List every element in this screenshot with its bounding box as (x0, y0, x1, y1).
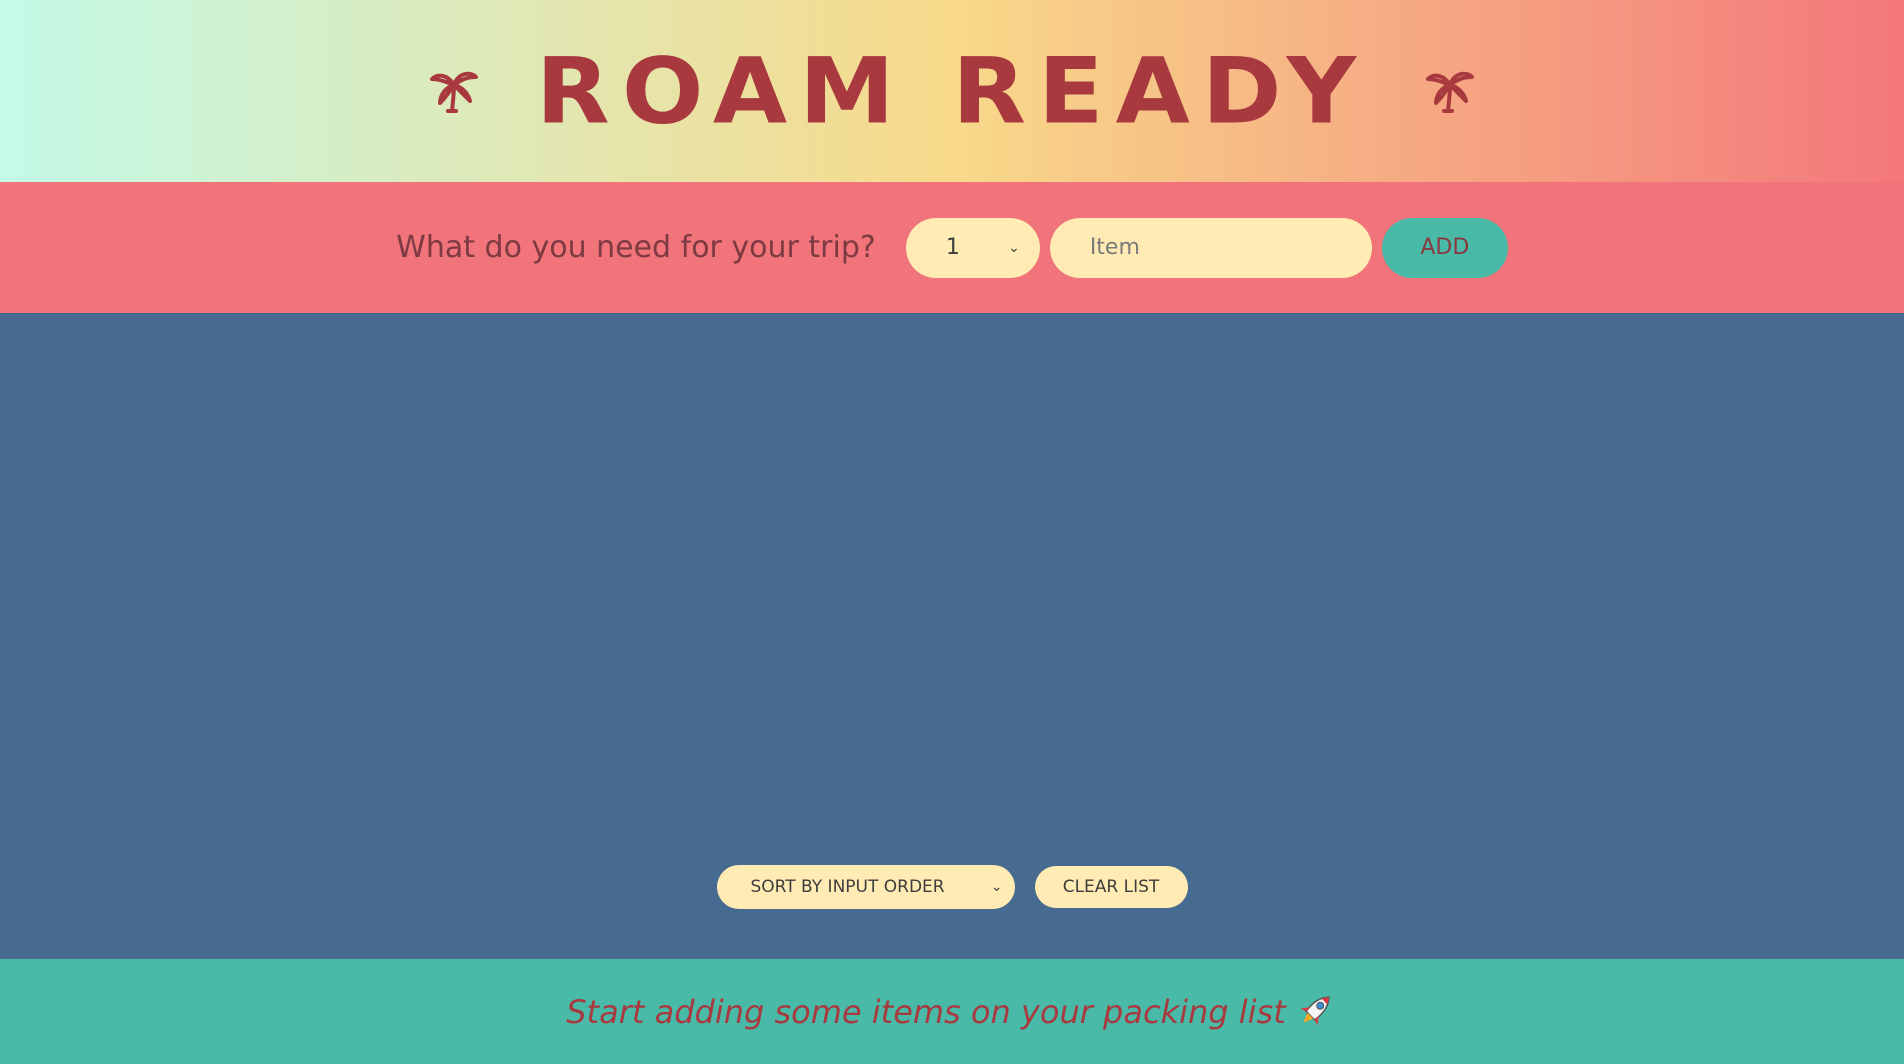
sort-value: SORT BY INPUT ORDER (750, 877, 945, 897)
chevron-down-icon: ⌄ (1008, 239, 1020, 256)
add-item-form: What do you need for your trip? 1 ⌄ ADD (0, 182, 1904, 313)
palm-tree-icon (428, 65, 480, 117)
quantity-value: 1 (945, 235, 960, 260)
chevron-down-icon: ⌄ (990, 879, 1003, 895)
palm-tree-icon (1424, 65, 1476, 117)
app-header: ROAM READY (0, 0, 1904, 182)
quantity-select[interactable]: 1 ⌄ (905, 217, 1040, 278)
footer-message: Start adding some items on your packing … (566, 992, 1286, 1031)
stats-footer: Start adding some items on your packing … (0, 959, 1904, 1064)
add-button[interactable]: ADD (1381, 217, 1508, 278)
form-question: What do you need for your trip? (396, 230, 876, 265)
sort-select[interactable]: SORT BY INPUT ORDER ⌄ (716, 865, 1015, 909)
item-input[interactable] (1049, 217, 1372, 278)
rocket-icon (1294, 990, 1338, 1034)
app-title: ROAM READY (535, 37, 1369, 145)
list-actions: SORT BY INPUT ORDER ⌄ CLEAR LIST (716, 865, 1188, 909)
clear-list-button[interactable]: CLEAR LIST (1034, 866, 1188, 908)
packing-list: SORT BY INPUT ORDER ⌄ CLEAR LIST (0, 313, 1904, 959)
